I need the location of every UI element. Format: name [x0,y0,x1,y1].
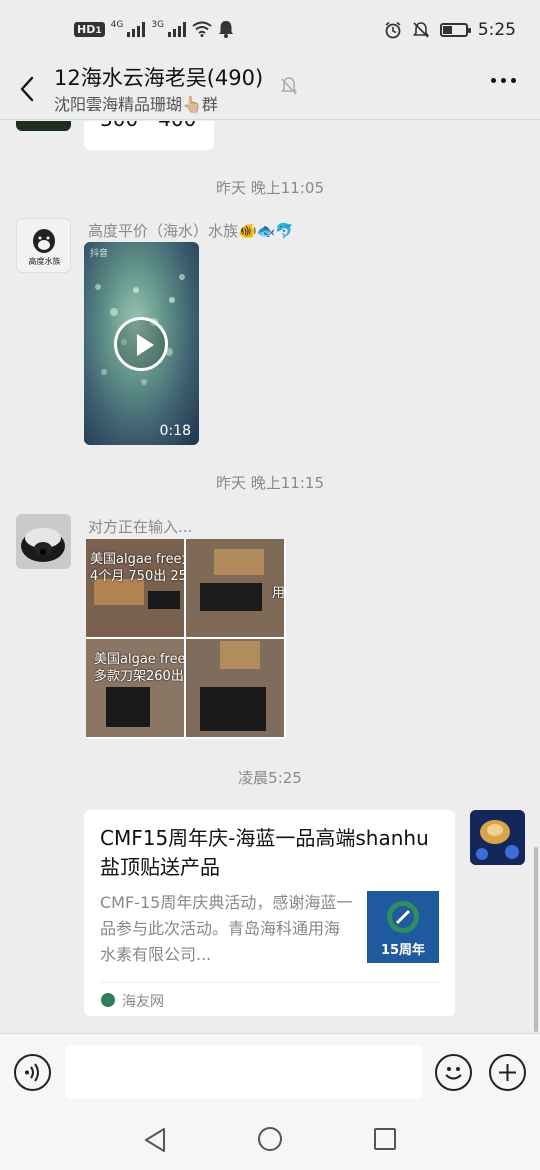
alarm-icon [385,21,401,39]
image-cell[interactable] [186,639,284,737]
image-cell[interactable]: 美国algae free磁头鑫老款 带 多款刀架260出15mm玻璃用 [86,639,184,737]
image-caption: 用 [272,586,284,601]
chat-scrollbar[interactable] [534,847,538,1032]
nav-home-icon[interactable] [258,1127,282,1151]
thumb-badge-text: 15周年 [380,943,426,958]
wifi-icon [192,21,212,37]
link-card-thumbnail: 15周年 [367,891,439,963]
image-tile [186,639,284,737]
avatar-self[interactable] [470,810,525,865]
link-card-description: CMF-15周年庆典活动，感谢海蓝一品参与此次活动。青岛海科通用海水素有限公司.… [100,893,353,964]
status-left: HD1 4G 3G [74,20,234,38]
hd-badge: HD1 [74,21,105,37]
avatar-brand-text: 高度水族 [28,257,61,266]
smile-face [445,1067,462,1080]
video-message[interactable]: 抖音 0:18 [84,242,199,445]
chat-header: 12海水云海老吴(490) 沈阳雲海精品珊瑚👆🏼群 [0,62,540,120]
video-duration: 0:18 [159,423,191,439]
signal-1-label: 4G [110,20,124,30]
message-text-prev: 300—400 [100,121,196,131]
more-options-button[interactable] [491,78,516,83]
chat-subtitle: 沈阳雲海精品珊瑚👆🏼群 [54,95,218,114]
status-bar: HD1 4G 3G 5:25 [0,0,540,62]
avatar-sender-aquarium[interactable]: 高度水族 [16,218,71,273]
status-right: 5:25 [384,20,516,40]
image-cell[interactable]: 美国algae free大白经缸擦使用 4个月 750出 25mm以下玻璃 [86,539,184,637]
badger-photo [16,514,71,569]
message-input[interactable] [65,1045,422,1099]
status-time: 5:25 [477,20,516,40]
link-card-divider [100,982,440,983]
link-card-title: CMF15周年庆-海蓝一品高端shanhu盐顶贴送产品 [100,826,429,879]
notification-bell-icon [219,21,234,38]
chat-area[interactable]: 300—400 昨天 晚上11:05 高度水族 高度平价（海水）水族🐠🐟🐬 抖音… [0,121,540,1033]
signal-2-label: 3G [151,20,165,30]
emoji-icon[interactable] [435,1054,472,1091]
avatar-sender-badger[interactable] [16,514,71,569]
chat-title: 12海水云海老吴(490) [54,66,264,90]
nav-back-icon[interactable] [142,1127,168,1153]
mute-bell-icon [281,77,297,95]
voice-waves [25,1063,39,1082]
input-bar [0,1033,540,1111]
voice-icon[interactable] [14,1054,51,1091]
video-logo: 抖音 [90,249,109,259]
plus-sign [499,1064,516,1081]
source-icon [101,993,115,1007]
message-bubble-prev[interactable]: 300—400 [84,121,214,150]
signal-2-icon [168,21,187,37]
typing-indicator: 对方正在输入... [88,518,193,536]
time-separator: 昨天 晚上11:15 [216,474,324,492]
image-caption: 美国algae free磁头鑫老款 带 多款刀架260出15mm玻璃用 [94,652,184,684]
back-arrow-icon[interactable] [14,72,40,106]
self-avatar-photo [470,810,525,865]
image-caption: 美国algae free大白经缸擦使用 4个月 750出 25mm以下玻璃 [90,552,184,584]
silent-bell-icon [412,22,429,38]
nav-recent-icon[interactable] [374,1128,396,1150]
link-card-source: 海友网 [122,994,164,1010]
sender-name: 高度平价（海水）水族🐠🐟🐬 [88,222,295,240]
signal-1-icon [127,21,146,37]
plus-icon[interactable] [489,1054,526,1091]
play-icon[interactable] [114,317,168,371]
system-nav-bar [0,1111,540,1170]
link-card[interactable]: CMF15周年庆-海蓝一品高端shanhu盐顶贴送产品 CMF-15周年庆典活动… [84,810,455,1016]
image-grid-message[interactable]: 美国algae free大白经缸擦使用 4个月 750出 25mm以下玻璃 用 … [86,539,286,739]
time-separator: 昨天 晚上11:05 [216,179,324,197]
avatar-prev[interactable] [16,121,71,131]
image-cell[interactable]: 用 [186,539,284,637]
time-separator: 凌晨5:25 [238,769,302,787]
battery-icon [439,23,471,37]
